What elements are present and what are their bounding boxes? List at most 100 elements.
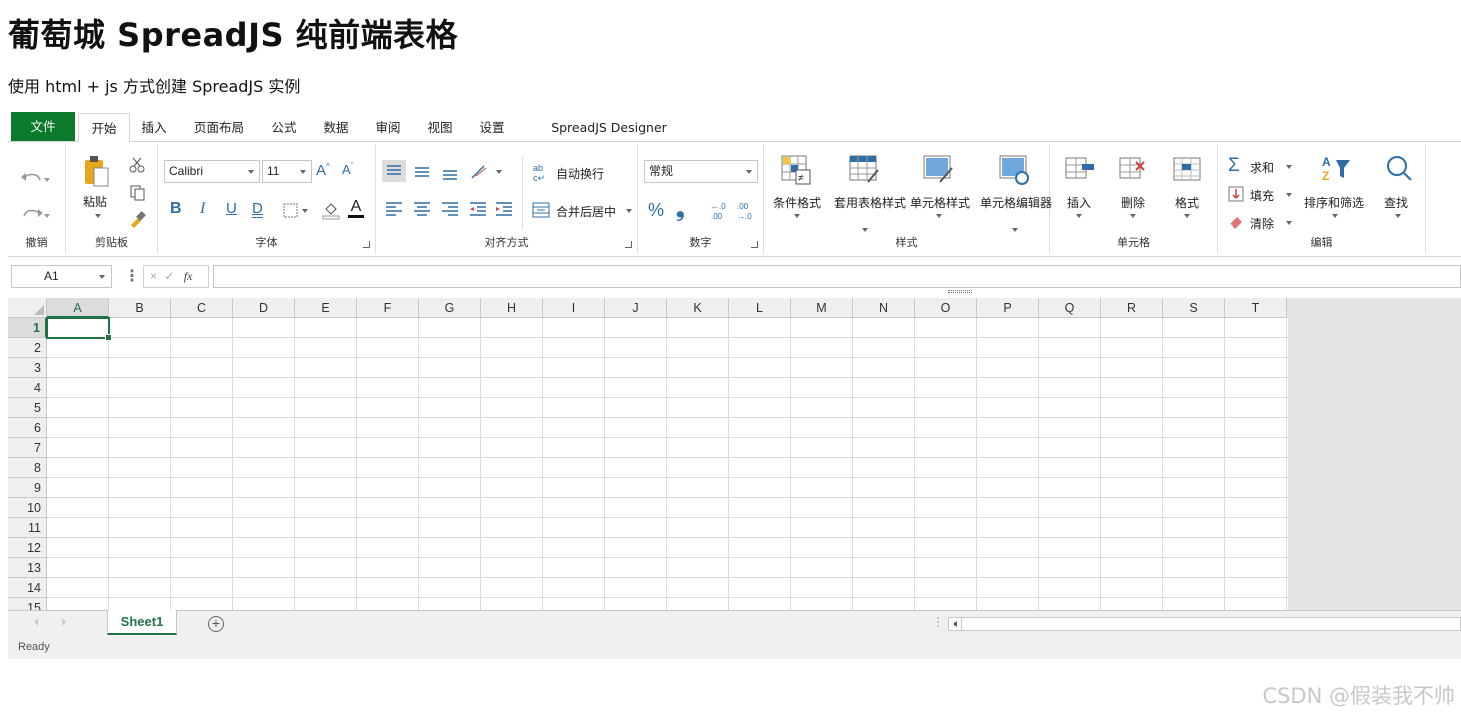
table-style-button[interactable]: 套用表格样式 [830, 152, 906, 240]
tab-home[interactable]: 开始 [78, 113, 130, 143]
row-header-12[interactable]: 12 [8, 538, 47, 558]
column-header-b[interactable]: B [109, 298, 171, 318]
percent-button[interactable]: % [648, 200, 664, 221]
decrease-indent-button[interactable] [466, 198, 490, 220]
border-button[interactable] [282, 202, 310, 220]
column-header-t[interactable]: T [1225, 298, 1287, 318]
underline-button[interactable]: U [226, 200, 237, 217]
row-header-14[interactable]: 14 [8, 578, 47, 598]
row-header-8[interactable]: 8 [8, 458, 47, 478]
sort-filter-button[interactable]: AZ 排序和筛选 [1302, 152, 1368, 232]
cell-editor-button[interactable]: 单元格编辑器 [976, 152, 1052, 240]
more-options-icon[interactable]: ⋮ [124, 266, 140, 286]
wrap-text-button[interactable]: ab c↵ 自动换行 [532, 162, 632, 184]
column-header-s[interactable]: S [1163, 298, 1225, 318]
horizontal-scrollbar[interactable] [948, 617, 1461, 631]
row-header-13[interactable]: 13 [8, 558, 47, 578]
cell-area[interactable] [46, 317, 1288, 610]
redo-button[interactable] [18, 204, 52, 228]
scroll-left-icon[interactable] [953, 621, 957, 627]
decrease-font-button[interactable]: Aˇ [342, 162, 360, 180]
tab-license[interactable]: SpreadJS Designer License [526, 113, 692, 164]
tab-data[interactable]: 数据 [314, 113, 358, 142]
align-center-button[interactable] [410, 198, 434, 220]
row-header-5[interactable]: 5 [8, 398, 47, 418]
bold-button[interactable]: B [170, 200, 182, 218]
number-dialog-launcher[interactable] [751, 241, 758, 248]
align-middle-button[interactable] [410, 160, 434, 182]
clear-button[interactable]: 清除 [1228, 214, 1298, 234]
delete-cells-button[interactable]: 删除 [1116, 152, 1156, 232]
font-dialog-launcher[interactable] [363, 241, 370, 248]
align-right-button[interactable] [438, 198, 462, 220]
column-header-f[interactable]: F [357, 298, 419, 318]
increase-indent-button[interactable] [492, 198, 516, 220]
conditional-format-button[interactable]: ≠ 条件格式 [768, 152, 826, 232]
find-button[interactable]: 查找 [1378, 152, 1418, 232]
format-painter-button[interactable] [128, 210, 146, 228]
comma-button[interactable]: ❟ [676, 196, 685, 222]
format-cells-button[interactable]: 格式 [1170, 152, 1210, 232]
increase-font-button[interactable]: A^ [316, 162, 334, 180]
column-header-o[interactable]: O [915, 298, 977, 318]
formula-bar-splitter[interactable] [948, 290, 972, 293]
row-header-3[interactable]: 3 [8, 358, 47, 378]
row-header-9[interactable]: 9 [8, 478, 47, 498]
row-header-10[interactable]: 10 [8, 498, 47, 518]
alignment-dialog-launcher[interactable] [625, 241, 632, 248]
paste-button[interactable]: 粘贴 [80, 152, 114, 222]
row-header-4[interactable]: 4 [8, 378, 47, 398]
double-underline-button[interactable]: D [252, 200, 263, 217]
formula-input[interactable] [213, 265, 1461, 288]
cell-style-button[interactable]: 单元格样式 [906, 152, 972, 232]
column-header-q[interactable]: Q [1039, 298, 1101, 318]
select-all-corner[interactable] [8, 298, 47, 318]
tab-formulas[interactable]: 公式 [262, 113, 306, 142]
add-sheet-icon[interactable]: + [208, 616, 224, 632]
column-header-r[interactable]: R [1101, 298, 1163, 318]
cut-button[interactable] [128, 156, 146, 174]
orientation-button[interactable] [468, 162, 504, 182]
column-header-a[interactable]: A [47, 298, 109, 318]
align-top-button[interactable] [382, 160, 406, 182]
row-header-7[interactable]: 7 [8, 438, 47, 458]
scroll-splitter-icon[interactable]: ⋮ [932, 615, 944, 629]
row-header-2[interactable]: 2 [8, 338, 47, 358]
font-size-select[interactable]: 11 [262, 160, 312, 183]
insert-cells-button[interactable]: 插入 [1062, 152, 1102, 232]
autosum-button[interactable]: Σ 求和 [1228, 155, 1298, 178]
number-format-select[interactable]: 常规 [644, 160, 758, 183]
copy-button[interactable] [128, 184, 146, 202]
row-header-11[interactable]: 11 [8, 518, 47, 538]
merge-center-button[interactable]: 合并后居中 [532, 200, 636, 222]
fill-button[interactable]: 填充 [1228, 186, 1298, 206]
tab-page-layout[interactable]: 页面布局 [186, 113, 252, 142]
fill-color-button[interactable] [322, 200, 340, 220]
column-header-k[interactable]: K [667, 298, 729, 318]
column-header-j[interactable]: J [605, 298, 667, 318]
column-header-g[interactable]: G [419, 298, 481, 318]
font-family-select[interactable]: Calibri [164, 160, 260, 183]
font-color-button[interactable]: A [348, 198, 364, 218]
row-header-6[interactable]: 6 [8, 418, 47, 438]
active-cell[interactable] [46, 317, 112, 341]
tab-view[interactable]: 视图 [418, 113, 462, 142]
increase-decimal-button[interactable]: ←.0.00 [710, 200, 732, 222]
italic-button[interactable]: I [200, 200, 205, 218]
decrease-decimal-button[interactable]: .00 →.0 [736, 200, 758, 222]
column-header-d[interactable]: D [233, 298, 295, 318]
tab-review[interactable]: 审阅 [366, 113, 410, 142]
prev-sheet-icon[interactable] [34, 618, 38, 626]
column-header-c[interactable]: C [171, 298, 233, 318]
tab-file[interactable]: 文件 [11, 112, 75, 141]
row-header-1[interactable]: 1 [8, 318, 47, 338]
tab-settings[interactable]: 设置 [470, 113, 514, 142]
insert-function-button[interactable]: fx [184, 269, 193, 283]
align-left-button[interactable] [382, 198, 406, 220]
row-header-15[interactable]: 15 [8, 598, 47, 610]
confirm-edit-button[interactable]: ✓ [164, 269, 174, 283]
column-header-p[interactable]: P [977, 298, 1039, 318]
next-sheet-icon[interactable] [62, 618, 66, 626]
align-bottom-button[interactable] [438, 160, 462, 182]
undo-button[interactable] [18, 168, 52, 192]
